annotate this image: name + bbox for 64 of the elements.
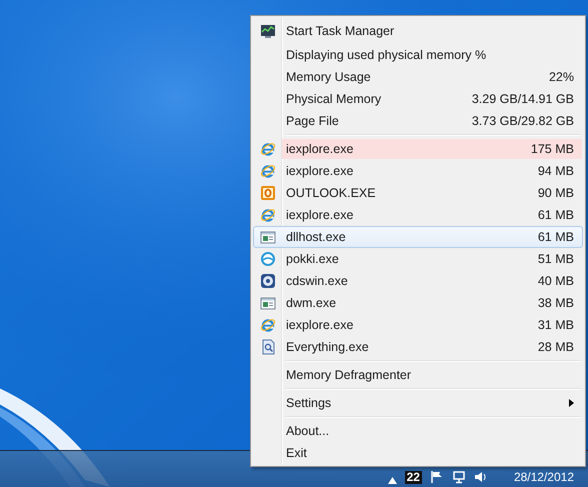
memory-value: 28 MB bbox=[538, 340, 574, 354]
memory-value: 61 MB bbox=[538, 230, 574, 244]
memory-value: 40 MB bbox=[538, 274, 574, 288]
process-name: iexplore.exe bbox=[286, 164, 354, 178]
menu-item[interactable]: Memory Defragmenter bbox=[253, 364, 583, 386]
memory-value: 51 MB bbox=[538, 252, 574, 266]
process-item[interactable]: OUTLOOK.EXE 90 MB bbox=[253, 182, 583, 204]
item-label: Settings bbox=[286, 396, 332, 410]
window-icon bbox=[260, 229, 276, 245]
process-name: iexplore.exe bbox=[286, 318, 354, 332]
process-item[interactable]: iexplore.exe 94 MB bbox=[253, 160, 583, 182]
browser-icon bbox=[260, 207, 276, 223]
process-item[interactable]: dwm.exe 38 MB bbox=[253, 292, 583, 314]
item-label: About... bbox=[286, 424, 330, 438]
mail-app-icon bbox=[260, 185, 276, 201]
ring-icon bbox=[260, 251, 276, 267]
task-manager-icon bbox=[260, 23, 276, 39]
menu-item[interactable]: Settings bbox=[253, 392, 583, 414]
process-item[interactable]: dllhost.exe 61 MB bbox=[253, 226, 583, 248]
flag-icon[interactable] bbox=[430, 470, 444, 484]
process-item[interactable]: cdswin.exe 40 MB bbox=[253, 270, 583, 292]
browser-icon bbox=[260, 141, 276, 157]
document-icon bbox=[260, 339, 276, 355]
browser-icon bbox=[260, 317, 276, 333]
process-item[interactable]: pokki.exe 51 MB bbox=[253, 248, 583, 270]
item-label: Start Task Manager bbox=[286, 24, 394, 38]
stat-value: 22% bbox=[548, 70, 574, 84]
memory-value: 94 MB bbox=[538, 164, 574, 178]
stat-label: Memory Usage bbox=[286, 70, 371, 84]
process-name: dllhost.exe bbox=[286, 230, 346, 244]
memory-value: 175 MB bbox=[530, 142, 574, 156]
tray-badge[interactable]: 22 bbox=[404, 471, 422, 484]
stat-label: Page File bbox=[286, 114, 339, 128]
process-item[interactable]: iexplore.exe 175 MB bbox=[253, 138, 583, 160]
process-name: Everything.exe bbox=[286, 340, 369, 354]
menu-item[interactable]: About... bbox=[253, 420, 583, 442]
process-name: pokki.exe bbox=[286, 252, 339, 266]
process-item[interactable]: iexplore.exe 31 MB bbox=[253, 314, 583, 336]
process-item[interactable]: iexplore.exe 61 MB bbox=[253, 204, 583, 226]
stat-value: 3.73 GB/29.82 GB bbox=[472, 114, 574, 128]
memory-value: 90 MB bbox=[538, 186, 574, 200]
process-name: iexplore.exe bbox=[286, 208, 354, 222]
menu-item[interactable]: Exit bbox=[253, 442, 583, 464]
disc-icon bbox=[260, 273, 276, 289]
show-hidden-icons-icon[interactable] bbox=[388, 477, 397, 484]
speaker-icon[interactable] bbox=[474, 470, 488, 484]
window-icon bbox=[260, 295, 276, 311]
process-name: dwm.exe bbox=[286, 296, 336, 310]
item-label: Exit bbox=[286, 446, 307, 460]
memory-value: 38 MB bbox=[538, 296, 574, 310]
caption-text: Displaying used physical memory % bbox=[285, 47, 488, 64]
menu-item[interactable]: Start Task Manager bbox=[253, 18, 583, 44]
process-name: cdswin.exe bbox=[286, 274, 348, 288]
clock-date[interactable]: 28/12/2012 bbox=[514, 470, 574, 484]
item-label: Memory Defragmenter bbox=[286, 368, 412, 382]
process-name: OUTLOOK.EXE bbox=[286, 186, 376, 200]
stat-label: Physical Memory bbox=[286, 92, 382, 106]
memory-value: 61 MB bbox=[538, 208, 574, 222]
stat-value: 3.29 GB/14.91 GB bbox=[472, 92, 574, 106]
network-icon[interactable] bbox=[452, 470, 466, 484]
memory-value: 31 MB bbox=[538, 318, 574, 332]
process-name: iexplore.exe bbox=[286, 142, 354, 156]
browser-icon bbox=[260, 163, 276, 179]
process-item[interactable]: Everything.exe 28 MB bbox=[253, 336, 583, 358]
